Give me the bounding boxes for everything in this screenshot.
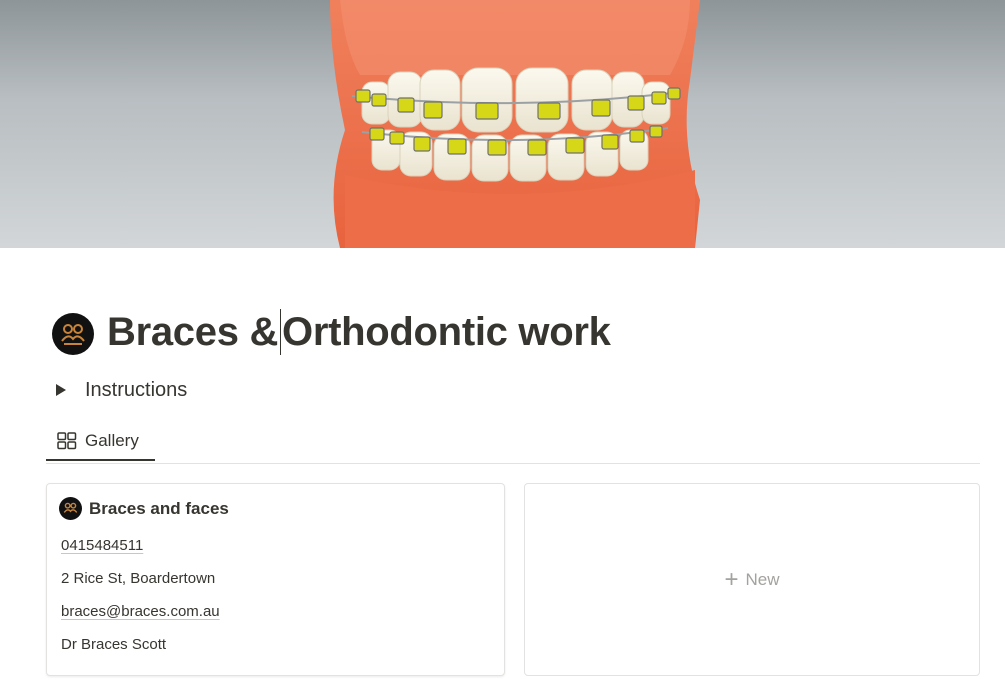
plus-icon: + (724, 565, 739, 593)
card-address: 2 Rice St, Boardertown (61, 570, 216, 587)
card-header: Braces and faces (59, 497, 229, 520)
card-phone-link[interactable]: 0415484511 (61, 537, 143, 554)
card-title: Braces and faces (89, 498, 229, 518)
tab-label: Gallery (85, 431, 139, 450)
new-card-label: New (745, 569, 780, 589)
view-tabs: Gallery (46, 423, 980, 464)
people-logo-icon[interactable] (52, 313, 94, 355)
tab-gallery[interactable]: Gallery (46, 423, 155, 461)
page-title-part-1: Braces & (107, 310, 279, 355)
notion-page: Braces & Orthodontic work Instructions Ga… (0, 0, 1005, 688)
page-title-row: Braces & Orthodontic work (52, 308, 611, 359)
text-cursor (280, 308, 282, 355)
gallery-grid-icon (57, 432, 77, 450)
instructions-toggle[interactable]: Instructions (56, 376, 187, 404)
card-email-link[interactable]: braces@braces.com.au (61, 603, 220, 620)
toggle-label: Instructions (85, 378, 188, 401)
people-logo-icon (59, 497, 82, 520)
card-contact: Dr Braces Scott (61, 636, 167, 653)
cover-image[interactable] (0, 0, 1005, 248)
gallery-card[interactable]: Braces and faces 0415484511 2 Rice St, B… (46, 483, 505, 676)
new-card-button[interactable]: + New (524, 483, 980, 676)
braces-cover-illustration (0, 0, 1005, 248)
page-title[interactable]: Braces & Orthodontic work (107, 308, 611, 357)
page-title-part-2: Orthodontic work (282, 310, 611, 355)
triangle-right-icon[interactable] (56, 384, 66, 396)
